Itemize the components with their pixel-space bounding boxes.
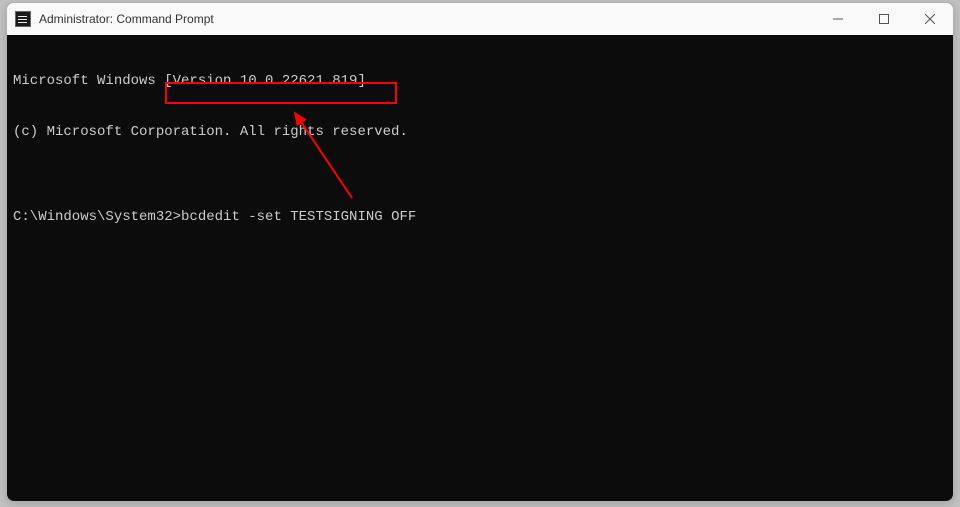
command-prompt-window: Administrator: Command Prompt Microsoft …	[6, 2, 954, 502]
window-controls	[815, 3, 953, 35]
terminal-area[interactable]: Microsoft Windows [Version 10.0.22621.81…	[7, 35, 953, 501]
minimize-button[interactable]	[815, 3, 861, 35]
annotation-arrow	[7, 35, 954, 502]
command-input[interactable]: bcdedit -set TESTSIGNING OFF	[181, 209, 416, 225]
window-title: Administrator: Command Prompt	[39, 12, 815, 26]
copyright-line: (c) Microsoft Corporation. All rights re…	[13, 124, 947, 141]
close-button[interactable]	[907, 3, 953, 35]
maximize-button[interactable]	[861, 3, 907, 35]
cmd-icon	[15, 11, 31, 27]
command-line: C:\Windows\System32>bcdedit -set TESTSIG…	[13, 209, 947, 226]
version-line: Microsoft Windows [Version 10.0.22621.81…	[13, 73, 947, 90]
prompt-text: C:\Windows\System32>	[13, 209, 181, 225]
titlebar[interactable]: Administrator: Command Prompt	[7, 3, 953, 35]
